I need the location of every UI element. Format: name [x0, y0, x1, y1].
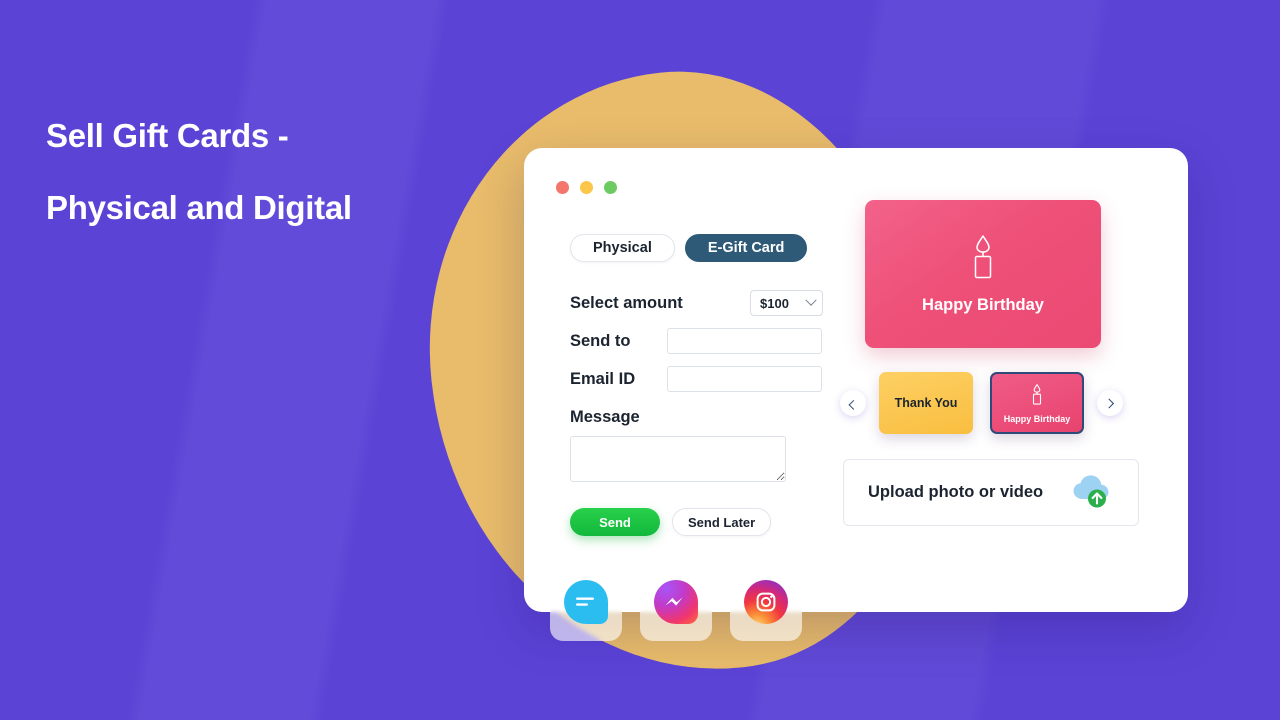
- headline-line-1: Sell Gift Cards -: [46, 117, 289, 154]
- gift-card-preview[interactable]: Happy Birthday: [865, 200, 1101, 348]
- tab-e-gift-card[interactable]: E-Gift Card: [684, 234, 808, 262]
- thumbnail-label: Happy Birthday: [1003, 413, 1071, 424]
- share-sms-tile[interactable]: [550, 563, 622, 641]
- amount-select[interactable]: $100: [750, 290, 823, 316]
- close-button[interactable]: [556, 181, 569, 194]
- carousel-next-button[interactable]: [1097, 390, 1123, 416]
- app-window: Physical E-Gift Card Select amount $100 …: [524, 148, 1188, 612]
- message-textarea[interactable]: [570, 436, 786, 482]
- gift-card-preview-panel: Happy Birthday Thank You Happy Birthday …: [840, 200, 1160, 526]
- chevron-down-icon: [805, 294, 817, 306]
- chevron-left-icon: [848, 399, 858, 410]
- design-carousel: Thank You Happy Birthday: [840, 372, 1160, 434]
- page-title: Sell Gift Cards - Physical and Digital: [46, 100, 476, 244]
- share-channels: [550, 563, 802, 641]
- select-amount-label: Select amount: [570, 293, 683, 312]
- sms-chat-icon: [564, 580, 608, 624]
- minimize-button[interactable]: [580, 181, 593, 194]
- candle-icon: [1030, 383, 1044, 410]
- tab-physical[interactable]: Physical: [570, 234, 675, 262]
- thumbnail-label: Thank You: [894, 396, 958, 410]
- instagram-icon: [744, 580, 788, 624]
- amount-value: $100: [760, 295, 789, 311]
- maximize-button[interactable]: [604, 181, 617, 194]
- carousel-thumbnails: Thank You Happy Birthday: [879, 372, 1084, 434]
- send-to-label: Send to: [570, 331, 631, 350]
- send-later-button[interactable]: Send Later: [672, 508, 772, 536]
- gift-card-preview-title: Happy Birthday: [922, 296, 1044, 314]
- email-id-input[interactable]: [667, 366, 822, 392]
- chevron-right-icon: [1103, 398, 1114, 408]
- cloud-upload-icon: [1070, 472, 1114, 513]
- window-traffic-lights: [556, 181, 617, 194]
- headline-line-2: Physical and Digital: [46, 189, 352, 226]
- carousel-prev-button[interactable]: [840, 390, 866, 416]
- upload-label: Upload photo or video: [868, 483, 1044, 501]
- upload-dropzone[interactable]: Upload photo or video: [843, 459, 1139, 526]
- share-instagram-tile[interactable]: [730, 563, 802, 641]
- thumbnail-thank-you[interactable]: Thank You: [879, 372, 973, 434]
- email-id-label: Email ID: [570, 369, 636, 388]
- send-to-input[interactable]: [667, 328, 822, 354]
- thumbnail-happy-birthday[interactable]: Happy Birthday: [990, 372, 1084, 434]
- candle-icon: [968, 233, 998, 284]
- send-button[interactable]: Send: [570, 508, 660, 536]
- messenger-icon: [654, 580, 698, 624]
- share-messenger-tile[interactable]: [640, 563, 712, 641]
